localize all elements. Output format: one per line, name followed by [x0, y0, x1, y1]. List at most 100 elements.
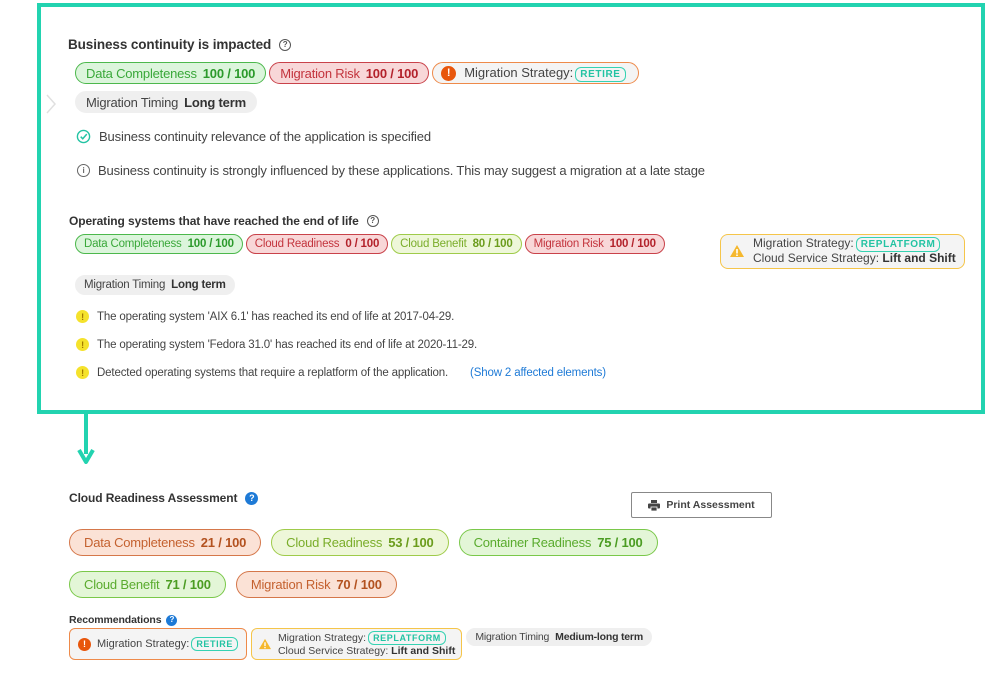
migration-strategy-badge: Migration Strategy: REPLATFORM Cloud Serv… — [720, 234, 965, 269]
message-item: ! The operating system 'Fedora 31.0' has… — [76, 338, 477, 351]
message-item: i Business continuity is strongly influe… — [77, 163, 705, 178]
score-value: 100 / 100 — [609, 238, 656, 250]
strategy-tag: RETIRE — [575, 66, 626, 82]
help-icon[interactable]: ? — [245, 491, 259, 505]
print-label: Print Assessment — [666, 499, 755, 511]
timing-value: Long term — [184, 94, 246, 110]
score-pill-migration-risk: Migration Risk 100 / 100 — [524, 234, 665, 254]
assessment-scores-row1: Data Completeness 21 / 100 Cloud Readine… — [69, 529, 658, 556]
info-circle-icon: i — [77, 164, 90, 177]
score-value: 100 / 100 — [365, 65, 419, 81]
score-label: Data Completeness — [84, 535, 195, 550]
warning-triangle-icon — [730, 245, 744, 258]
error-icon: ! — [78, 637, 91, 651]
score-label: Migration Risk — [250, 577, 331, 592]
score-label: Migration Risk — [280, 65, 360, 81]
strategy-label: Migration Strategy: — [753, 236, 854, 250]
strategy-label: Migration Strategy: — [277, 631, 367, 644]
score-pill-data-completeness: Data Completeness 100 / 100 — [75, 234, 243, 254]
recommendations-title: Recommendations ? — [69, 614, 178, 626]
message-text: Business continuity relevance of the app… — [99, 129, 431, 144]
recommendation-replatform-badge: Migration Strategy: REPLATFORM Cloud Serv… — [250, 628, 463, 660]
score-pill-cloud-readiness: Cloud Readiness 0 / 100 — [245, 234, 389, 254]
cloud-strategy-label: Cloud Service Strategy: — [753, 251, 880, 265]
score-value: 71 / 100 — [165, 577, 211, 592]
migration-strategy-badge: ! Migration Strategy: RETIRE — [432, 62, 639, 84]
timing-label: Migration Timing — [86, 94, 179, 110]
section-title-text: Operating systems that have reached the … — [69, 214, 359, 228]
business-continuity-title: Business continuity is impacted ? — [68, 37, 292, 52]
message-text: Business continuity is strongly influenc… — [98, 163, 705, 178]
recommendation-retire-badge: ! Migration Strategy: RETIRE — [69, 628, 247, 660]
message-item: ! Detected operating systems that requir… — [76, 366, 606, 379]
section-title-text: Business continuity is impacted — [68, 37, 272, 52]
cloud-strategy-value: Lift and Shift — [391, 644, 456, 657]
check-circle-icon — [76, 129, 91, 144]
score-value: 70 / 100 — [336, 577, 382, 592]
timing-value: Long term — [171, 279, 226, 291]
score-label: Cloud Benefit — [400, 238, 467, 250]
warning-dot-icon: ! — [76, 366, 89, 379]
message-text: The operating system 'Fedora 31.0' has r… — [97, 338, 478, 351]
section-title-text: Cloud Readiness Assessment — [69, 491, 238, 505]
print-assessment-button[interactable]: Print Assessment — [631, 492, 772, 518]
help-icon[interactable]: ? — [166, 614, 178, 626]
score-pill-migration-risk: Migration Risk 70 / 100 — [235, 571, 397, 598]
recommendations-row: ! Migration Strategy: RETIRE Migration St… — [69, 628, 652, 660]
show-affected-elements-link[interactable]: (Show 2 affected elements) — [470, 367, 606, 379]
score-value: 100 / 100 — [202, 65, 256, 81]
message-item: ! The operating system 'AIX 6.1' has rea… — [76, 310, 454, 323]
eol-os-scores: Data Completeness 100 / 100 Cloud Readin… — [75, 234, 665, 254]
score-label: Container Readiness — [473, 535, 592, 550]
error-icon: ! — [441, 65, 457, 81]
score-label: Cloud Readiness — [254, 238, 340, 250]
warning-dot-icon: ! — [76, 338, 89, 351]
strategy-label: Migration Strategy: — [464, 64, 574, 80]
cloud-strategy-value: Lift and Shift — [882, 251, 956, 265]
score-label: Cloud Readiness — [286, 535, 383, 550]
strategy-tag: RETIRE — [191, 637, 238, 651]
migration-timing-badge: Migration Timing Long term — [75, 91, 257, 113]
score-label: Cloud Benefit — [84, 577, 160, 592]
arrow-down-icon — [77, 448, 95, 464]
business-continuity-scores: Data Completeness 100 / 100 Migration Ri… — [75, 62, 639, 84]
score-value: 75 / 100 — [597, 535, 643, 550]
score-pill-container-readiness: Container Readiness 75 / 100 — [458, 529, 658, 556]
score-label: Migration Risk — [533, 238, 604, 250]
score-pill-data-completeness: Data Completeness 100 / 100 — [75, 62, 267, 84]
message-item: Business continuity relevance of the app… — [76, 129, 431, 144]
score-value: 100 / 100 — [187, 238, 234, 250]
score-value: 53 / 100 — [388, 535, 434, 550]
chevron-right-icon[interactable] — [44, 92, 58, 116]
score-pill-cloud-benefit: Cloud Benefit 80 / 100 — [391, 234, 522, 254]
assessment-title: Cloud Readiness Assessment ? — [69, 491, 259, 505]
score-label: Data Completeness — [86, 65, 197, 81]
score-pill-cloud-readiness: Cloud Readiness 53 / 100 — [271, 529, 449, 556]
timing-label: Migration Timing — [475, 631, 550, 643]
strategy-tag: REPLATFORM — [368, 630, 446, 645]
printer-icon — [648, 499, 661, 511]
help-icon[interactable]: ? — [366, 215, 379, 227]
timing-value: Medium-long term — [555, 631, 643, 643]
message-text: The operating system 'AIX 6.1' has reach… — [97, 310, 455, 323]
score-value: 21 / 100 — [200, 535, 247, 550]
recommendations-label: Recommendations — [69, 614, 162, 626]
score-pill-migration-risk: Migration Risk 100 / 100 — [269, 62, 430, 84]
score-value: 80 / 100 — [472, 238, 513, 250]
score-pill-cloud-benefit: Cloud Benefit 71 / 100 — [69, 571, 226, 598]
strategy-tag: REPLATFORM — [855, 237, 941, 252]
warning-triangle-icon — [258, 638, 271, 650]
migration-timing-badge: Migration Timing Long term — [75, 275, 235, 295]
timing-label: Migration Timing — [84, 279, 166, 291]
assessment-scores-row2: Cloud Benefit 71 / 100 Migration Risk 70… — [69, 571, 397, 598]
help-icon[interactable]: ? — [279, 38, 292, 51]
warning-dot-icon: ! — [76, 310, 89, 323]
strategy-label: Migration Strategy: — [97, 638, 190, 650]
eol-os-title: Operating systems that have reached the … — [69, 214, 379, 228]
migration-timing-badge: Migration Timing Medium-long term — [466, 628, 652, 646]
score-label: Data Completeness — [84, 238, 182, 250]
message-text: Detected operating systems that require … — [97, 366, 449, 379]
score-pill-data-completeness: Data Completeness 21 / 100 — [69, 529, 262, 556]
score-value: 0 / 100 — [345, 238, 380, 250]
cloud-strategy-label: Cloud Service Strategy: — [277, 644, 389, 657]
